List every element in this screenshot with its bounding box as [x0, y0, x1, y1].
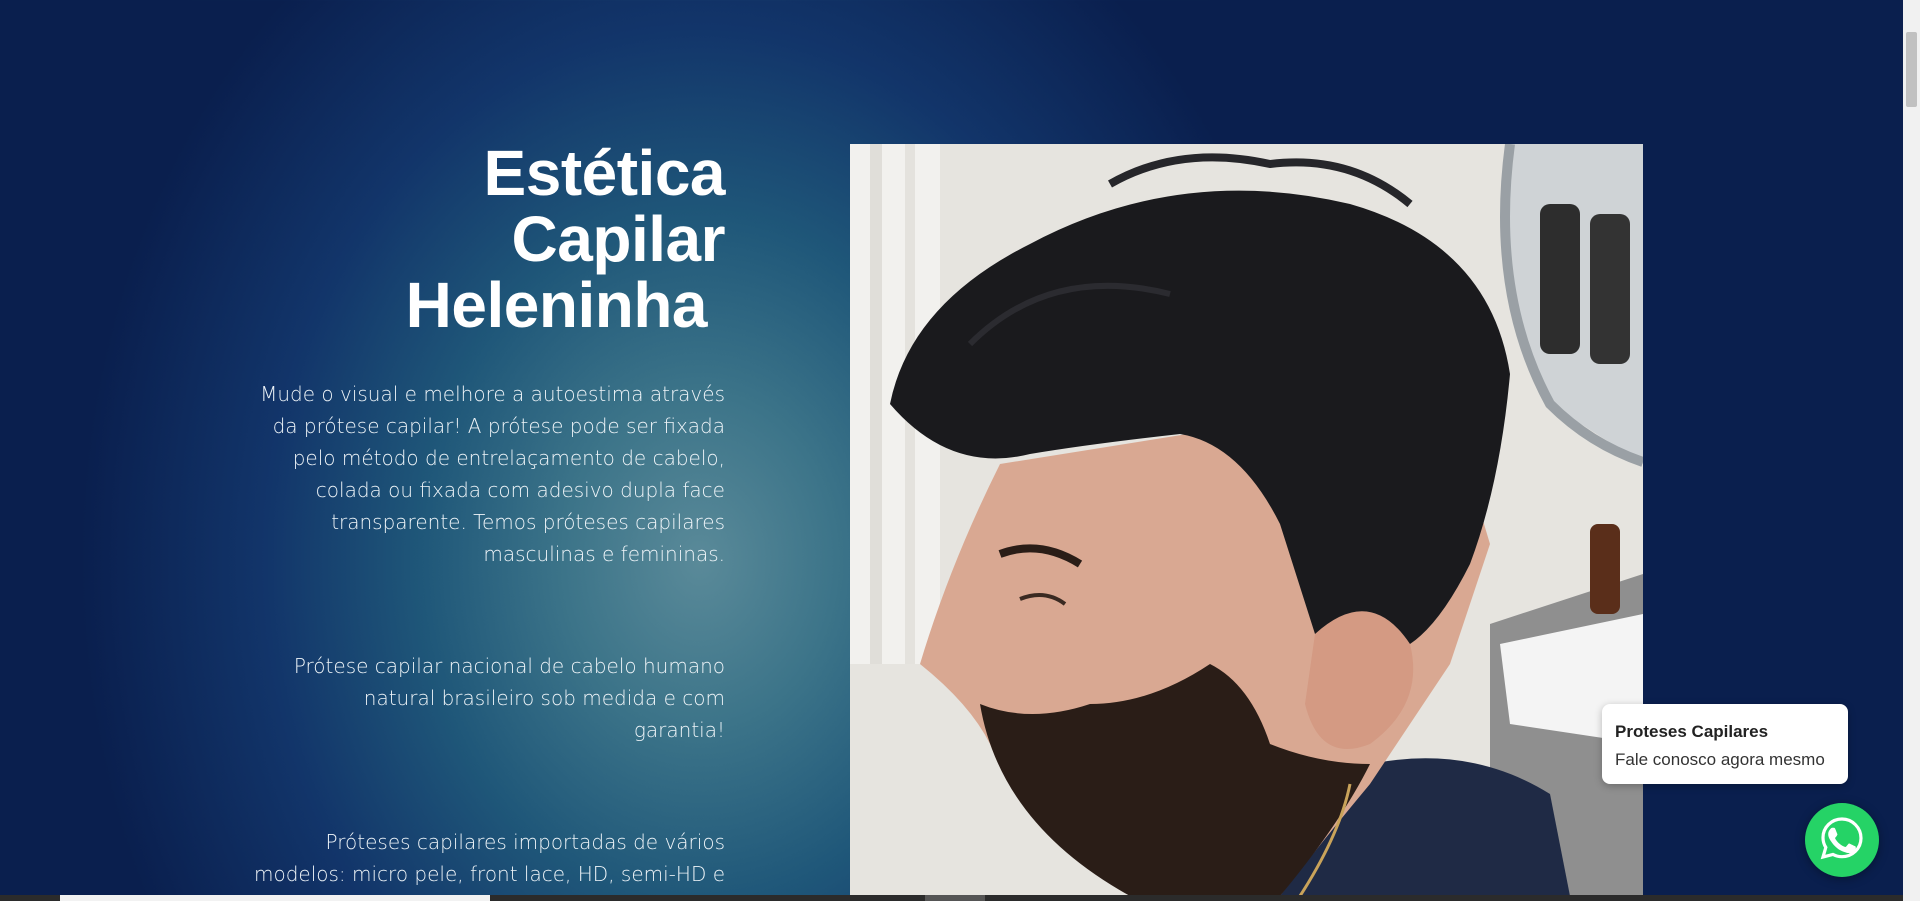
title-line-3: Heleninha — [405, 269, 708, 341]
intro-paragraph: Mude o visual e melhore a autoestima atr… — [260, 382, 725, 566]
page-title: Estética Capilar Heleninha — [250, 137, 726, 341]
bottom-edge-bar — [0, 895, 1903, 901]
hero-photo-man-profile — [850, 144, 1643, 896]
whatsapp-button[interactable] — [1805, 803, 1879, 877]
title-line-1: Estética — [483, 137, 726, 209]
scrollbar-thumb[interactable] — [1906, 32, 1917, 107]
chat-popup-subtitle: Fale conosco agora mesmo — [1615, 750, 1825, 769]
bottom-edge-segment — [60, 895, 490, 901]
chat-popup-title: Proteses Capilares — [1615, 722, 1769, 741]
chat-popup[interactable]: Proteses Capilares Fale conosco agora me… — [1602, 704, 1848, 784]
hero-section: Estética Capilar Heleninha Mude o visual… — [250, 137, 726, 901]
imported-prosthesis-paragraph: Próteses capilares importadas de vários … — [253, 830, 725, 901]
whatsapp-icon — [1818, 814, 1866, 866]
title-line-2: Capilar — [511, 203, 726, 275]
page-scrollbar[interactable] — [1903, 0, 1920, 901]
bottom-edge-segment-dark — [925, 895, 985, 901]
national-prosthesis-paragraph: Prótese capilar nacional de cabelo human… — [293, 654, 725, 742]
